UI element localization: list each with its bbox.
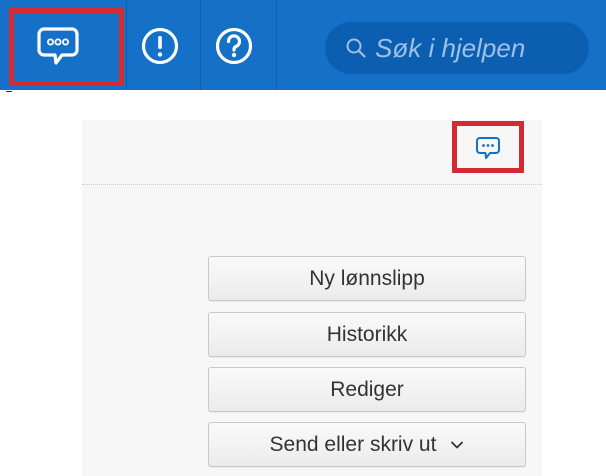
help-search[interactable]: Søk i hjelpen <box>325 22 589 74</box>
edit-button[interactable]: Rediger <box>208 367 526 412</box>
chevron-down-icon <box>451 441 464 448</box>
search-input[interactable]: Søk i hjelpen <box>375 33 525 64</box>
alert-button[interactable] <box>128 14 192 78</box>
search-icon <box>346 38 366 58</box>
exclamation-circle-icon <box>141 27 179 65</box>
panel-divider <box>82 184 542 185</box>
panel-chat-highlight <box>452 121 524 173</box>
edit-label: Rediger <box>330 377 404 401</box>
help-button[interactable] <box>202 14 266 78</box>
divider <box>6 91 12 92</box>
new-payslip-label: Ny lønnslipp <box>309 266 425 290</box>
history-button[interactable]: Historikk <box>208 312 526 357</box>
question-circle-icon <box>215 27 253 65</box>
top-bar: Søk i hjelpen <box>0 0 606 90</box>
new-payslip-button[interactable]: Ny lønnslipp <box>208 256 526 301</box>
send-or-print-label: Send eller skriv ut <box>269 432 437 456</box>
chat-button-highlight <box>9 8 124 86</box>
send-or-print-button[interactable]: Send eller skriv ut <box>208 422 526 467</box>
history-label: Historikk <box>326 322 408 346</box>
